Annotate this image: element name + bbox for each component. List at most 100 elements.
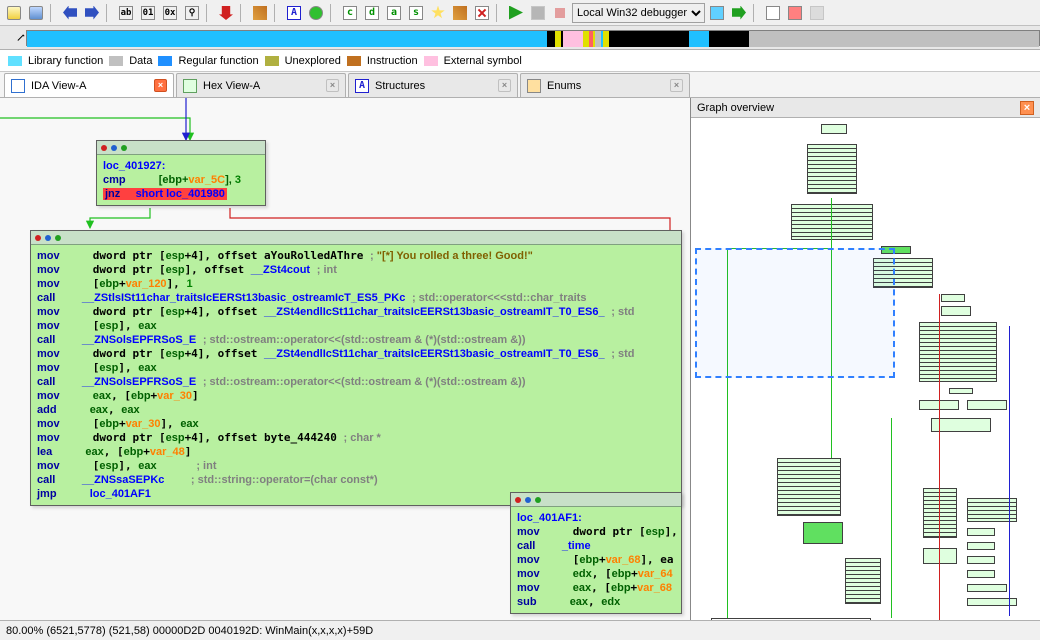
structures-icon: A: [355, 79, 369, 93]
graph-overview-canvas[interactable]: [691, 118, 1040, 620]
graph-overview-panel: Graph overview ×: [690, 98, 1040, 620]
data-button[interactable]: d: [362, 3, 382, 23]
legend-lib-label: Library function: [28, 55, 103, 67]
bb-titlebar: [511, 493, 681, 507]
legend-instruction-swatch: [347, 56, 361, 66]
delete-button[interactable]: [472, 3, 492, 23]
tab-close-icon[interactable]: ×: [670, 79, 683, 92]
basic-block-loc401af1[interactable]: loc_401AF1: mov dword ptr [esp], call _t…: [510, 492, 682, 614]
mini-node: [967, 584, 1007, 592]
legend-lib-swatch: [8, 56, 22, 66]
ida-view-icon: [11, 79, 25, 93]
debug-stop-button[interactable]: [550, 3, 570, 23]
tab-hex-label: Hex View-A: [203, 80, 260, 92]
view-tabs: IDA View-A × Hex View-A × A Structures ×…: [0, 72, 1040, 98]
tab-ida-view[interactable]: IDA View-A ×: [4, 73, 174, 97]
bb-titlebar: [97, 141, 265, 155]
main-toolbar: ab 01 0x ⚲ A c d a s Local Win32 debugge…: [0, 0, 1040, 26]
mini-node: [941, 294, 965, 302]
close-icon[interactable]: ×: [1020, 101, 1034, 115]
find-hex-button[interactable]: 0x: [160, 3, 180, 23]
debug-pause-button[interactable]: [528, 3, 548, 23]
mini-node: [711, 618, 871, 620]
basic-block-main[interactable]: mov dword ptr [esp+4], offset aYouRolled…: [30, 230, 682, 506]
tab-close-icon[interactable]: ×: [154, 79, 167, 92]
mini-node: [919, 322, 997, 382]
find-bytes-button[interactable]: 01: [138, 3, 158, 23]
rename-button[interactable]: [450, 3, 470, 23]
debug-run-button[interactable]: [506, 3, 526, 23]
string-button[interactable]: s: [406, 3, 426, 23]
window-add-button[interactable]: [785, 3, 805, 23]
ascii-button[interactable]: a: [384, 3, 404, 23]
legend-external-label: External symbol: [444, 55, 522, 67]
mini-node: [967, 400, 1007, 410]
legend-external-swatch: [424, 56, 438, 66]
tab-enums-label: Enums: [547, 80, 581, 92]
mini-edge: [1009, 326, 1010, 616]
breakpoint-toggle-button[interactable]: [306, 3, 326, 23]
legend-regular-swatch: [158, 56, 172, 66]
status-text: 80.00% (6521,5778) (521,58) 00000D2D 004…: [6, 625, 373, 637]
legend-data-label: Data: [129, 55, 152, 67]
bb-titlebar: [31, 231, 681, 245]
main-area: loc_401927: cmp [ebp+var_5C], 3 jnz shor…: [0, 98, 1040, 620]
tab-structures-label: Structures: [375, 80, 425, 92]
tab-close-icon[interactable]: ×: [326, 79, 339, 92]
mini-node: [791, 204, 873, 240]
legend-unexplored-swatch: [265, 56, 279, 66]
legend-unexplored-label: Unexplored: [285, 55, 341, 67]
debugger-select[interactable]: Local Win32 debugger: [572, 3, 705, 23]
overview-viewport[interactable]: [695, 248, 895, 378]
favorite-button[interactable]: [428, 3, 448, 23]
window-remove-button[interactable]: [807, 3, 827, 23]
mini-edge: [939, 294, 940, 620]
find-string-button[interactable]: ⚲: [182, 3, 202, 23]
mini-node: [821, 124, 847, 134]
tab-hex-view[interactable]: Hex View-A ×: [176, 73, 346, 97]
bb-code: loc_401AF1: mov dword ptr [esp], call _t…: [511, 507, 681, 613]
highlight-button[interactable]: [250, 3, 270, 23]
tab-structures[interactable]: A Structures ×: [348, 73, 518, 97]
navigation-band[interactable]: [0, 26, 1040, 50]
nav-forward-button[interactable]: [82, 3, 102, 23]
mini-node: [807, 144, 857, 194]
bb-code: mov dword ptr [esp+4], offset aYouRolled…: [31, 245, 681, 505]
nav-band-segments[interactable]: [26, 30, 1040, 46]
mini-node: [923, 548, 957, 564]
debugger-attach-button[interactable]: [729, 3, 749, 23]
jump-down-button[interactable]: [216, 3, 236, 23]
mini-node: [967, 528, 995, 536]
status-bar: 80.00% (6521,5778) (521,58) 00000D2D 004…: [0, 620, 1040, 640]
code-button[interactable]: c: [340, 3, 360, 23]
basic-block-loc401927[interactable]: loc_401927: cmp [ebp+var_5C], 3 jnz shor…: [96, 140, 266, 206]
graph-canvas[interactable]: loc_401927: cmp [ebp+var_5C], 3 jnz shor…: [0, 98, 690, 620]
mini-node: [845, 558, 881, 604]
mini-node: [803, 522, 843, 544]
legend-bar: Library function Data Regular function U…: [0, 50, 1040, 72]
tab-ida-label: IDA View-A: [31, 80, 86, 92]
mini-node: [777, 458, 841, 516]
mini-node: [923, 488, 957, 538]
debugger-refresh-button[interactable]: [707, 3, 727, 23]
tab-enums[interactable]: Enums ×: [520, 73, 690, 97]
legend-instruction-label: Instruction: [367, 55, 418, 67]
mini-node: [949, 388, 973, 394]
tab-close-icon[interactable]: ×: [498, 79, 511, 92]
mini-node: [931, 418, 991, 432]
save-button[interactable]: [26, 3, 46, 23]
nav-back-button[interactable]: [60, 3, 80, 23]
open-file-button[interactable]: [4, 3, 24, 23]
bookmark-button[interactable]: A: [284, 3, 304, 23]
window-list-button[interactable]: [763, 3, 783, 23]
mini-node: [967, 570, 995, 578]
graph-overview-titlebar[interactable]: Graph overview ×: [691, 98, 1040, 118]
find-text-button[interactable]: ab: [116, 3, 136, 23]
hex-view-icon: [183, 79, 197, 93]
bb-code: loc_401927: cmp [ebp+var_5C], 3 jnz shor…: [97, 155, 265, 205]
mini-node: [967, 556, 995, 564]
mini-node: [941, 306, 971, 316]
enums-icon: [527, 79, 541, 93]
mini-node: [967, 542, 995, 550]
legend-data-swatch: [109, 56, 123, 66]
